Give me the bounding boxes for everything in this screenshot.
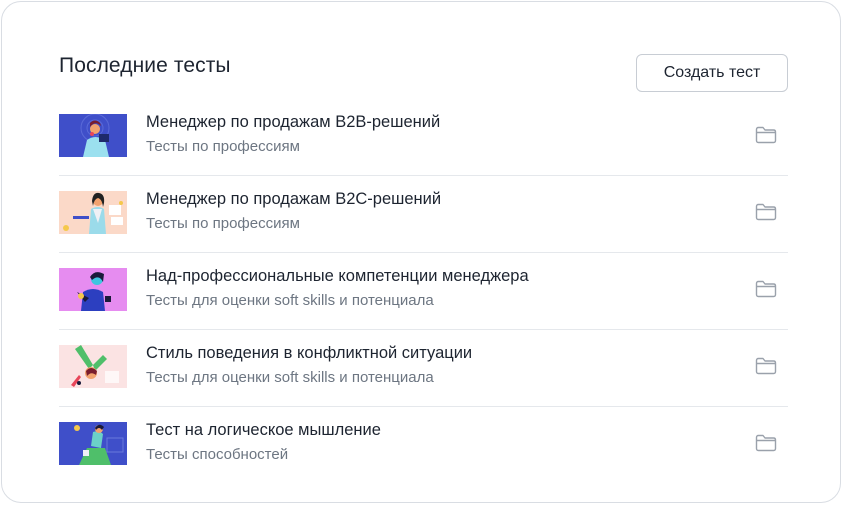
- test-title: Тест на логическое мышление: [146, 421, 381, 439]
- test-thumbnail-illustration: [59, 345, 127, 388]
- test-title: Менеджер по продажам B2C-решений: [146, 190, 442, 208]
- test-row[interactable]: Менеджер по продажам B2C-решений Тесты п…: [59, 176, 788, 253]
- test-category: Тесты способностей: [146, 446, 289, 463]
- test-thumbnail-illustration: [59, 422, 127, 465]
- recent-tests-card: Последние тесты Создать тест Менеджер по…: [1, 1, 841, 503]
- test-category: Тесты для оценки soft skills и потенциал…: [146, 292, 434, 309]
- folder-icon[interactable]: [755, 280, 777, 298]
- folder-icon[interactable]: [755, 126, 777, 144]
- tests-list: Менеджер по продажам B2B-решений Тесты п…: [59, 99, 788, 483]
- folder-icon[interactable]: [755, 434, 777, 452]
- test-category: Тесты по профессиям: [146, 215, 300, 232]
- test-title: Менеджер по продажам B2B-решений: [146, 113, 441, 131]
- test-title: Над-профессиональные компетенции менедже…: [146, 267, 529, 285]
- test-category: Тесты для оценки soft skills и потенциал…: [146, 369, 434, 386]
- create-test-button[interactable]: Создать тест: [636, 54, 788, 92]
- test-thumbnail-illustration: [59, 191, 127, 234]
- test-title: Стиль поведения в конфликтной ситуации: [146, 344, 473, 362]
- test-row[interactable]: Менеджер по продажам B2B-решений Тесты п…: [59, 99, 788, 176]
- test-row[interactable]: Стиль поведения в конфликтной ситуации Т…: [59, 330, 788, 407]
- test-category: Тесты по профессиям: [146, 138, 300, 155]
- test-row[interactable]: Тест на логическое мышление Тесты способ…: [59, 407, 788, 483]
- folder-icon[interactable]: [755, 203, 777, 221]
- section-title: Последние тесты: [59, 54, 231, 77]
- test-thumbnail-illustration: [59, 268, 127, 311]
- folder-icon[interactable]: [755, 357, 777, 375]
- test-thumbnail-illustration: [59, 114, 127, 157]
- test-row[interactable]: Над-профессиональные компетенции менедже…: [59, 253, 788, 330]
